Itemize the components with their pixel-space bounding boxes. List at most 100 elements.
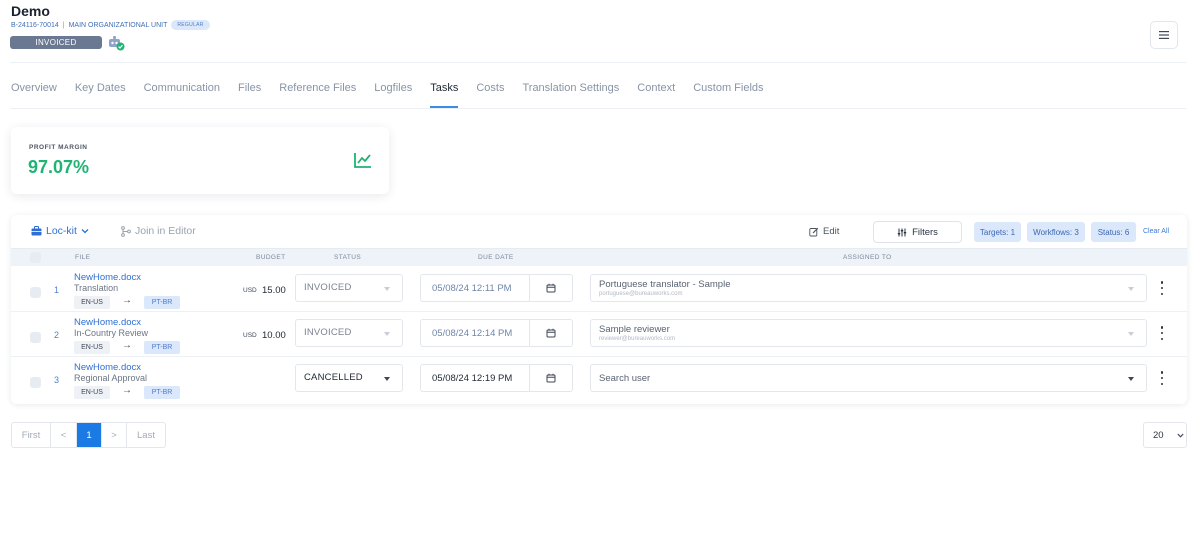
tab-files[interactable]: Files — [238, 82, 261, 108]
join-in-editor-button[interactable]: Join in Editor — [121, 225, 196, 237]
caret-down-icon — [384, 287, 390, 291]
status-value: INVOICED — [304, 282, 352, 293]
calendar-button[interactable] — [529, 274, 573, 302]
tab-tasks[interactable]: Tasks — [430, 82, 459, 108]
tabs-divider — [10, 108, 1186, 109]
calendar-icon — [546, 373, 556, 383]
tasks-toolbar: Loc-kit Join in Editor Edit Filters Targ… — [11, 215, 1187, 248]
calendar-icon — [546, 328, 556, 338]
source-language-badge: EN-US — [74, 341, 110, 354]
status-badge: INVOICED — [10, 36, 102, 49]
sliders-icon — [897, 228, 907, 236]
column-due-date: DUE DATE — [478, 254, 514, 261]
filters-button[interactable]: Filters — [873, 221, 962, 243]
column-status: STATUS — [334, 254, 362, 261]
trend-chart-icon — [354, 153, 371, 168]
pagination: First < 1 > Last — [11, 422, 166, 448]
tab-costs[interactable]: Costs — [476, 82, 504, 108]
last-page-button[interactable]: Last — [127, 423, 165, 447]
edit-label: Edit — [823, 226, 840, 237]
row-number: 2 — [54, 330, 60, 340]
current-page-button[interactable]: 1 — [77, 423, 102, 447]
budget-amount: 10.00 — [262, 330, 286, 341]
per-page-select[interactable]: 20 — [1143, 422, 1187, 448]
filter-chip-status[interactable]: Status: 6 — [1091, 222, 1136, 242]
tab-overview[interactable]: Overview — [11, 82, 57, 108]
page-shadow — [70, 440, 1130, 500]
assignee-name: Sample reviewer — [599, 324, 670, 335]
status-select[interactable]: INVOICED — [295, 274, 403, 302]
row-checkbox[interactable] — [30, 332, 41, 343]
per-page-value: 20 — [1153, 430, 1164, 441]
language-arrow: → — [122, 295, 132, 306]
join-in-editor-label: Join in Editor — [135, 225, 196, 237]
clear-all-link[interactable]: Clear All — [1143, 228, 1169, 235]
page-title: Demo — [11, 3, 50, 19]
language-arrow: → — [122, 385, 132, 396]
task-type: Regional Approval — [74, 373, 148, 383]
status-select[interactable]: INVOICED — [295, 319, 403, 347]
column-file: FILE — [75, 254, 91, 261]
tab-communication[interactable]: Communication — [144, 82, 220, 108]
column-assigned-to: ASSIGNED TO — [843, 254, 892, 261]
assignee-email: reviewer@bureauworks.com — [599, 336, 676, 342]
due-date-input[interactable]: 05/08/24 12:14 PM — [420, 319, 530, 347]
prev-page-button[interactable]: < — [51, 423, 77, 447]
pencil-icon — [809, 227, 819, 236]
status-value: INVOICED — [304, 327, 352, 338]
table-row: 2 NewHome.docx In-Country Review EN-US →… — [11, 312, 1187, 357]
tab-reference-files[interactable]: Reference Files — [279, 82, 356, 108]
tab-key-dates[interactable]: Key Dates — [75, 82, 126, 108]
due-date-value: 05/08/24 12:11 PM — [432, 283, 512, 294]
caret-down-icon — [384, 377, 390, 381]
calendar-button[interactable] — [529, 319, 573, 347]
file-link[interactable]: NewHome.docx — [74, 362, 141, 373]
table-header: FILE BUDGET STATUS DUE DATE ASSIGNED TO — [11, 248, 1187, 266]
target-language-badge: PT-BR — [144, 341, 180, 354]
tab-logfiles[interactable]: Logfiles — [374, 82, 412, 108]
target-language-badge: PT-BR — [144, 296, 180, 309]
assignee-select[interactable]: Portuguese translator - Sample portugues… — [590, 274, 1147, 302]
due-date-value: 05/08/24 12:19 PM — [432, 373, 513, 384]
calendar-button[interactable] — [529, 364, 573, 392]
source-language-badge: EN-US — [74, 386, 110, 399]
filter-chip-targets[interactable]: Targets: 1 — [974, 222, 1021, 242]
select-all-checkbox[interactable] — [30, 252, 41, 263]
caret-down-icon — [1128, 287, 1134, 291]
due-date-value: 05/08/24 12:14 PM — [432, 328, 513, 339]
tasks-panel: Loc-kit Join in Editor Edit Filters Targ… — [11, 215, 1187, 404]
tab-custom-fields[interactable]: Custom Fields — [693, 82, 763, 108]
target-language-badge: PT-BR — [144, 386, 180, 399]
type-badge: REGULAR — [171, 20, 210, 30]
tab-translation-settings[interactable]: Translation Settings — [522, 82, 619, 108]
tab-bar: Overview Key Dates Communication Files R… — [11, 82, 782, 108]
briefcase-icon — [31, 226, 42, 236]
due-date-input[interactable]: 05/08/24 12:11 PM — [420, 274, 530, 302]
tab-context[interactable]: Context — [637, 82, 675, 108]
budget-currency: USD — [243, 287, 257, 294]
task-type: In-Country Review — [74, 328, 149, 338]
assignee-email: portuguese@bureauworks.com — [599, 291, 683, 297]
row-actions-icon[interactable] — [1160, 326, 1164, 340]
file-link[interactable]: NewHome.docx — [74, 272, 141, 283]
filter-chip-workflows[interactable]: Workflows: 3 — [1027, 222, 1085, 242]
row-checkbox[interactable] — [30, 287, 41, 298]
row-checkbox[interactable] — [30, 377, 41, 388]
next-page-button[interactable]: > — [102, 423, 127, 447]
first-page-button[interactable]: First — [12, 423, 51, 447]
row-actions-icon[interactable] — [1160, 281, 1164, 295]
project-subline: B-24116-70014 | MAIN ORGANIZATIONAL UNIT… — [11, 20, 210, 30]
assignee-search-input[interactable]: Search user — [590, 364, 1147, 392]
budget-currency: USD — [243, 332, 257, 339]
file-link[interactable]: NewHome.docx — [74, 317, 141, 328]
row-actions-icon[interactable] — [1160, 371, 1164, 385]
status-select[interactable]: CANCELLED — [295, 364, 403, 392]
lockit-dropdown[interactable]: Loc-kit — [31, 225, 89, 237]
assignee-select[interactable]: Sample reviewer reviewer@bureauworks.com — [590, 319, 1147, 347]
robot-check-icon[interactable] — [107, 35, 125, 51]
edit-button[interactable]: Edit — [809, 226, 839, 237]
menu-button[interactable] — [1150, 21, 1178, 49]
filters-label: Filters — [912, 226, 938, 238]
due-date-input[interactable]: 05/08/24 12:19 PM — [420, 364, 530, 392]
source-language-badge: EN-US — [74, 296, 110, 309]
